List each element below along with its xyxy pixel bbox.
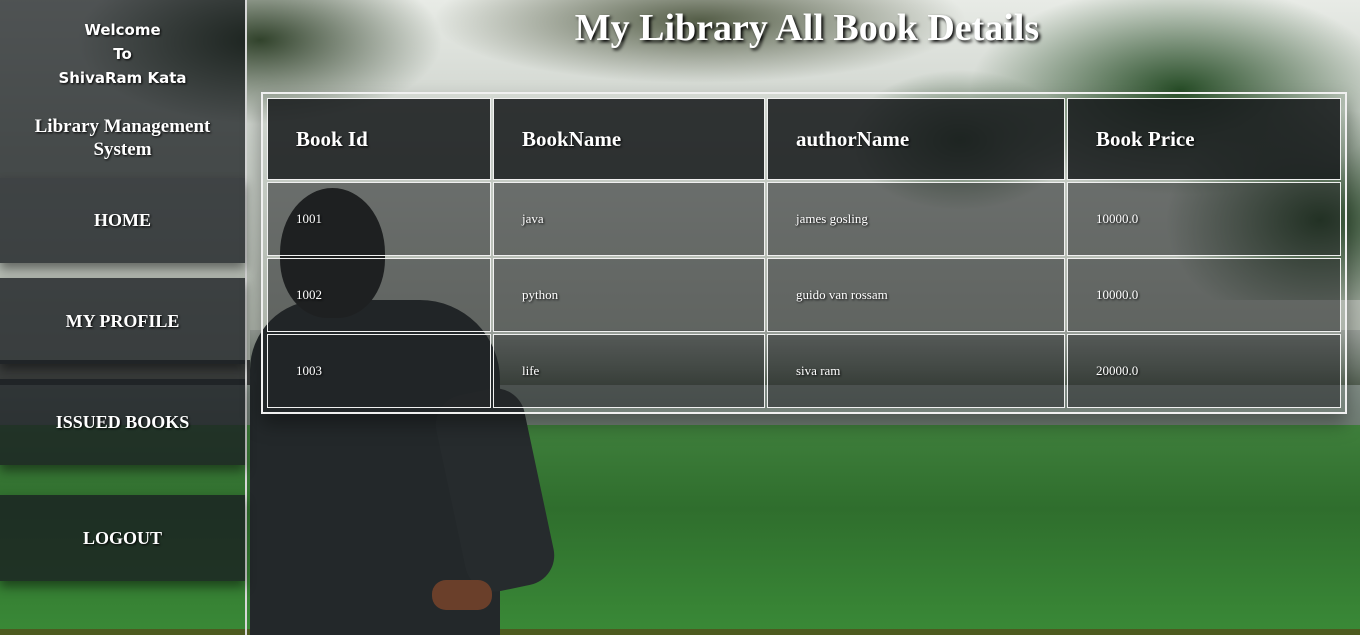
table-row: 1002 python guido van rossam 10000.0: [267, 258, 1341, 332]
nav-home-label: HOME: [94, 210, 151, 230]
app-title-line: System: [93, 139, 152, 160]
cell-author-name: siva ram: [767, 334, 1065, 408]
nav-my-profile-link[interactable]: MY PROFILE: [0, 278, 245, 364]
cell-book-id: 1003: [267, 334, 491, 408]
app-title: Library Management System: [0, 115, 245, 161]
cell-book-id: 1001: [267, 182, 491, 256]
welcome-panel: Welcome To ShivaRam Kata Library Managem…: [0, 0, 245, 178]
table-header-row: Book Id BookName authorName Book Price: [267, 98, 1341, 180]
column-header-author-name: authorName: [767, 98, 1065, 180]
app-title-line: Library Management: [34, 116, 211, 137]
nav-logout-label: LOGOUT: [82, 527, 162, 548]
nav-issued-books-label: ISSUED BOOKS: [55, 411, 190, 432]
column-header-book-id: Book Id: [267, 98, 491, 180]
background-person-hand: [432, 580, 492, 610]
table-row: 1001 java james gosling 10000.0: [267, 182, 1341, 256]
welcome-line: Welcome: [84, 21, 161, 39]
nav-issued-books-link[interactable]: ISSUED BOOKS: [0, 379, 245, 465]
cell-book-name: java: [493, 182, 765, 256]
column-header-book-name: BookName: [493, 98, 765, 180]
welcome-to-line: To: [113, 45, 132, 63]
cell-book-id: 1002: [267, 258, 491, 332]
sidebar: Welcome To ShivaRam Kata Library Managem…: [0, 0, 247, 635]
welcome-user-name: ShivaRam Kata: [58, 69, 187, 87]
book-details-table: Book Id BookName authorName Book Price 1…: [265, 96, 1343, 410]
nav-my-profile-label: MY PROFILE: [65, 310, 180, 331]
cell-book-name: life: [493, 334, 765, 408]
book-table-container: Book Id BookName authorName Book Price 1…: [261, 92, 1347, 414]
cell-book-name: python: [493, 258, 765, 332]
page-title: My Library All Book Details: [574, 7, 1040, 49]
column-header-book-price: Book Price: [1067, 98, 1341, 180]
cell-author-name: guido van rossam: [767, 258, 1065, 332]
cell-book-price: 20000.0: [1067, 334, 1341, 408]
cell-book-price: 10000.0: [1067, 182, 1341, 256]
welcome-text: Welcome To ShivaRam Kata: [0, 18, 245, 90]
cell-author-name: james gosling: [767, 182, 1065, 256]
nav-home-link[interactable]: HOME: [0, 178, 245, 263]
table-row: 1003 life siva ram 20000.0: [267, 334, 1341, 408]
cell-book-price: 10000.0: [1067, 258, 1341, 332]
nav-logout-link[interactable]: LOGOUT: [0, 495, 245, 581]
